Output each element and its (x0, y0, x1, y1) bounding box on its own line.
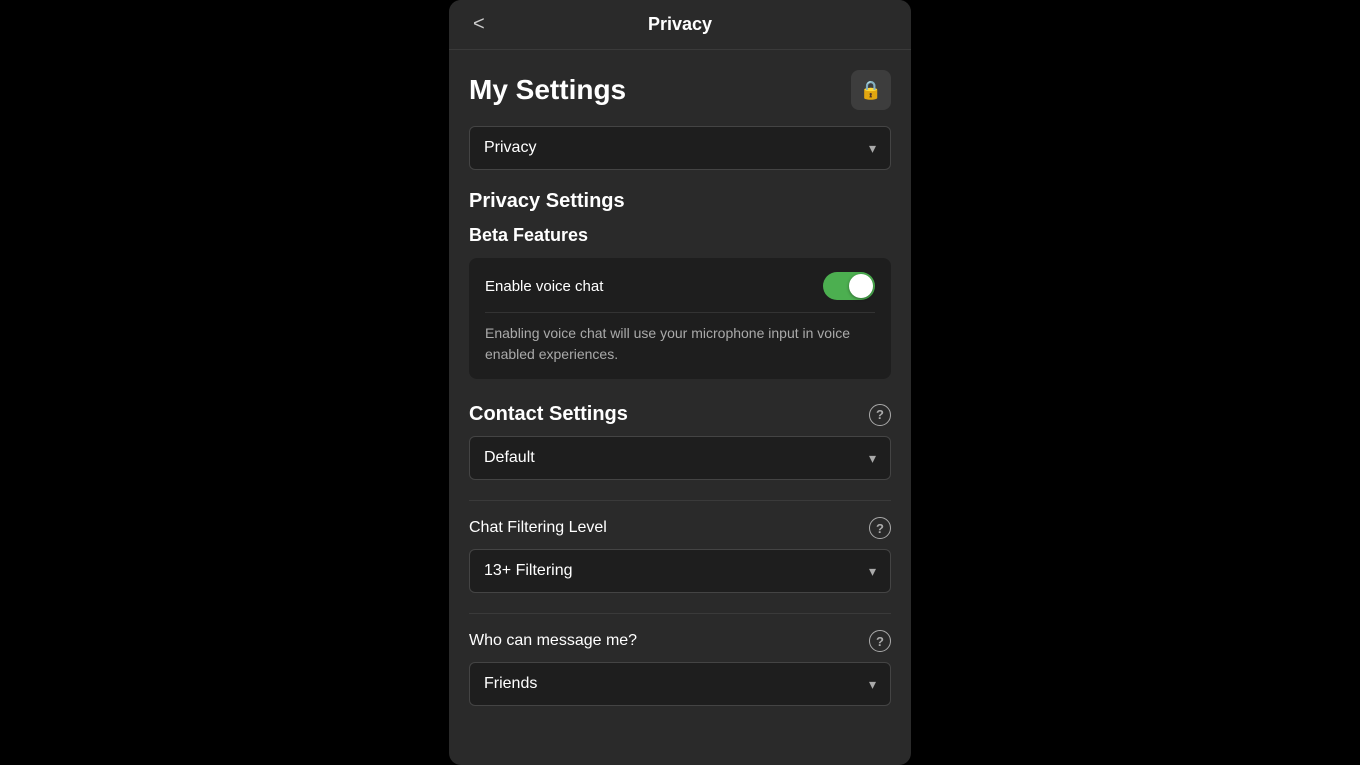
back-button[interactable]: < (465, 9, 493, 40)
chat-filtering-title: Chat Filtering Level (469, 519, 607, 537)
voice-chat-description: Enabling voice chat will use your microp… (485, 312, 875, 365)
chevron-down-icon: ▾ (869, 140, 876, 157)
privacy-dropdown[interactable]: Privacy ▾ (469, 126, 891, 170)
chat-filtering-value: 13+ Filtering (484, 562, 573, 580)
privacy-settings-title: Privacy Settings (469, 190, 891, 213)
voice-chat-row: Enable voice chat (485, 272, 875, 300)
my-settings-row: My Settings 🔒 (469, 70, 891, 110)
voice-chat-toggle[interactable] (823, 272, 875, 300)
my-settings-title: My Settings (469, 74, 626, 106)
header-title: Privacy (648, 14, 712, 35)
chat-filtering-dropdown[interactable]: 13+ Filtering ▾ (469, 549, 891, 593)
privacy-dropdown-value: Privacy (484, 139, 536, 157)
who-message-help-icon[interactable]: ? (869, 630, 891, 652)
chat-filtering-help-icon[interactable]: ? (869, 517, 891, 539)
divider-2 (469, 613, 891, 614)
who-message-section: Who can message me? ? Friends ▾ (469, 630, 891, 706)
chevron-down-icon: ▾ (869, 450, 876, 467)
content-area: My Settings 🔒 Privacy ▾ Privacy Settings… (449, 50, 911, 765)
back-icon: < (473, 13, 485, 35)
beta-features-box: Enable voice chat Enabling voice chat wi… (469, 258, 891, 379)
chat-filtering-section: Chat Filtering Level ? 13+ Filtering ▾ (469, 517, 891, 593)
who-message-dropdown[interactable]: Friends ▾ (469, 662, 891, 706)
enable-voice-chat-label: Enable voice chat (485, 278, 603, 295)
contact-settings-help-icon[interactable]: ? (869, 404, 891, 426)
contact-settings-header: Contact Settings ? (469, 403, 891, 426)
who-message-title: Who can message me? (469, 632, 637, 650)
contact-settings-dropdown[interactable]: Default ▾ (469, 436, 891, 480)
who-message-header: Who can message me? ? (469, 630, 891, 652)
divider (469, 500, 891, 501)
contact-settings-title: Contact Settings (469, 403, 628, 426)
who-message-value: Friends (484, 675, 537, 693)
chevron-down-icon: ▾ (869, 676, 876, 693)
chat-filtering-header: Chat Filtering Level ? (469, 517, 891, 539)
header: < Privacy (449, 0, 911, 50)
chevron-down-icon: ▾ (869, 563, 876, 580)
settings-panel: < Privacy My Settings 🔒 Privacy ▾ Privac… (449, 0, 911, 765)
lock-icon: 🔒 (860, 80, 882, 101)
toggle-knob (849, 274, 873, 298)
lock-button[interactable]: 🔒 (851, 70, 891, 110)
beta-features-title: Beta Features (469, 225, 891, 246)
contact-settings-value: Default (484, 449, 535, 467)
